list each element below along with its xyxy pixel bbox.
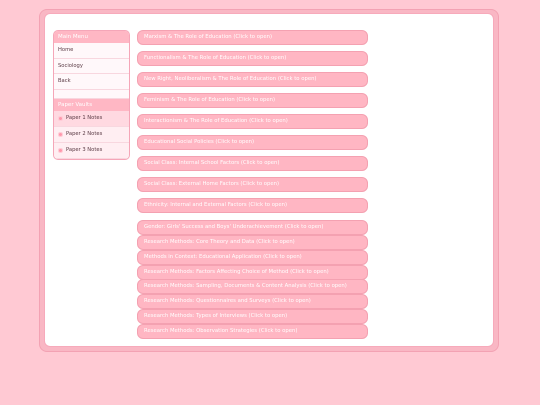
- sidebar-spacer: [54, 89, 129, 99]
- note-link[interactable]: Research Methods: Observation Strategies…: [137, 324, 368, 339]
- note-link[interactable]: Research Methods: Factors Affecting Choi…: [137, 265, 368, 280]
- sidebar-item-paper-3[interactable]: Paper 3 Notes: [54, 142, 129, 159]
- note-link[interactable]: Marxism & The Role of Education (Click t…: [137, 30, 368, 45]
- sidebar-item-sociology[interactable]: Sociology: [54, 58, 129, 74]
- sidebar-item-paper-1[interactable]: Paper 1 Notes: [54, 110, 129, 127]
- note-link[interactable]: Interactionism & The Role of Education (…: [137, 114, 368, 129]
- note-link[interactable]: Research Methods: Types of Interviews (C…: [137, 309, 368, 324]
- sidebar-item-back[interactable]: Back: [54, 74, 129, 90]
- note-link[interactable]: Methods in Context: Educational Applicat…: [137, 250, 368, 265]
- note-link[interactable]: New Right, Neoliberalism & The Role of E…: [137, 72, 368, 87]
- note-link[interactable]: Feminism & The Role of Education (Click …: [137, 93, 368, 108]
- sidebar-item-label: Paper 1 Notes: [66, 114, 103, 121]
- note-link[interactable]: Gender: Girls' Success and Boys' Underac…: [137, 220, 368, 235]
- sidebar-item-paper-2[interactable]: Paper 2 Notes: [54, 126, 129, 143]
- note-link[interactable]: Ethnicity: Internal and External Factors…: [137, 198, 368, 213]
- note-link[interactable]: Functionalism & The Role of Education (C…: [137, 51, 368, 66]
- flower-icon: [58, 131, 63, 137]
- flower-icon: [58, 115, 63, 121]
- page-frame: Main Menu Home Sociology Back Paper Vaul…: [39, 9, 499, 352]
- note-link[interactable]: Research Methods: Core Theory and Data (…: [137, 235, 368, 250]
- content-panel: Main Menu Home Sociology Back Paper Vaul…: [44, 13, 494, 347]
- note-link[interactable]: Research Methods: Questionnaires and Sur…: [137, 294, 368, 309]
- sidebar-item-home[interactable]: Home: [54, 43, 129, 59]
- note-link[interactable]: Research Methods: Sampling, Documents & …: [137, 279, 368, 294]
- sidebar-item-label: Paper 3 Notes: [66, 146, 103, 153]
- main-menu-title: Main Menu: [54, 31, 129, 43]
- sidebar: Main Menu Home Sociology Back Paper Vaul…: [53, 30, 130, 160]
- note-link[interactable]: Social Class: Internal School Factors (C…: [137, 156, 368, 171]
- flower-icon: [58, 147, 63, 153]
- paper-vaults-title: Paper Vaults: [54, 98, 129, 111]
- note-link[interactable]: Social Class: External Home Factors (Cli…: [137, 177, 368, 192]
- note-link[interactable]: Educational Social Policies (Click to op…: [137, 135, 368, 150]
- sidebar-item-label: Paper 2 Notes: [66, 130, 103, 137]
